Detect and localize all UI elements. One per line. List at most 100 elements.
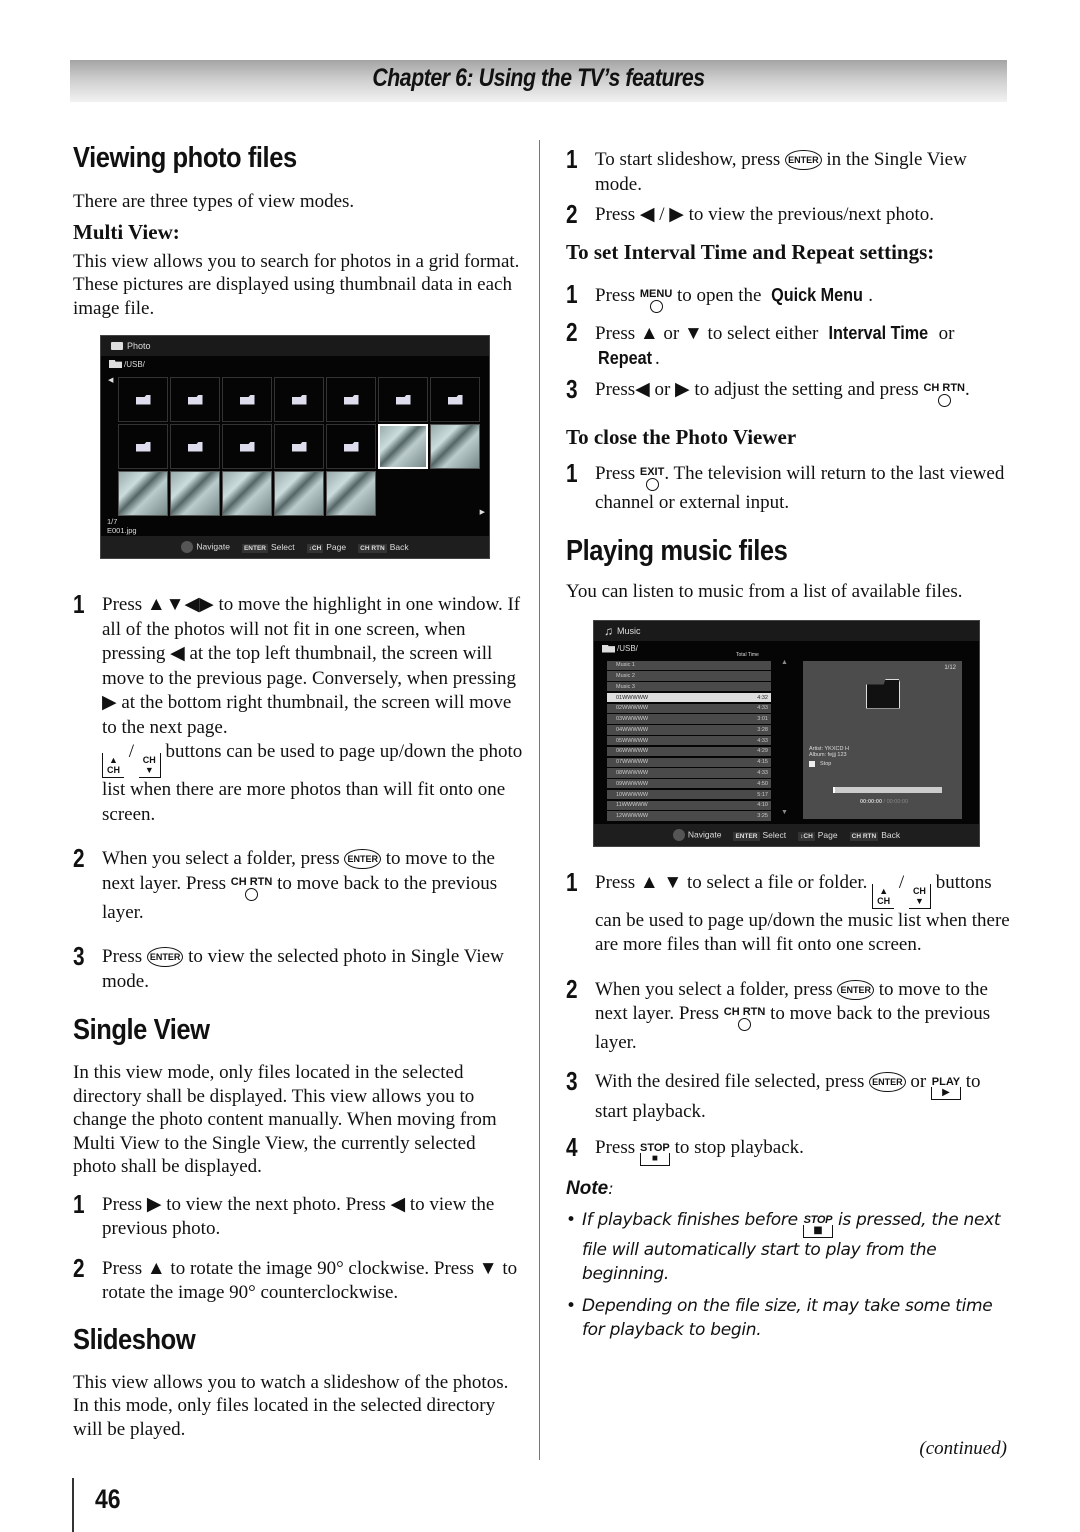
music-row-time: 4:29 bbox=[757, 748, 768, 755]
track-metadata: Artist: YKXCD H Album: fejjj 123 bbox=[809, 746, 849, 759]
right-column: 1 To start slideshow, press ENTER in the… bbox=[566, 140, 1011, 1342]
folder-thumbnail[interactable] bbox=[222, 424, 272, 469]
next-page-arrow-icon[interactable]: ▶ bbox=[480, 508, 485, 516]
music-row[interactable]: 10WWWWW 5:17 bbox=[607, 789, 771, 800]
music-row-time: 4:33 bbox=[757, 737, 768, 744]
photo-screen-footer: Navigate ENTER Select ↕CH Page CH RTN Back bbox=[101, 536, 489, 558]
photo-path: /USB/ bbox=[101, 356, 489, 372]
music-row[interactable]: 03WWWWW 3:01 bbox=[607, 714, 771, 724]
folder-thumbnail[interactable] bbox=[274, 424, 324, 469]
music-screen-header: ♫ Music bbox=[594, 620, 979, 641]
note-heading: Note: bbox=[566, 1178, 614, 1199]
music-row[interactable]: 06WWWWW 4:29 bbox=[607, 746, 771, 757]
stop-button-icon: STOP ■ bbox=[639, 1142, 670, 1166]
footer-navigate: Navigate bbox=[672, 828, 721, 841]
ch-up-button-icon: ▲ CH bbox=[872, 883, 895, 909]
folder-icon bbox=[109, 360, 122, 368]
ch-down-button-icon: CH ▼ bbox=[908, 883, 931, 909]
music-row[interactable]: 09WWWWW 4:50 bbox=[607, 779, 771, 789]
photo-filename: E001.jpg bbox=[107, 526, 137, 535]
playback-progress-bar[interactable] bbox=[833, 786, 942, 793]
thumbnail-grid bbox=[118, 377, 480, 516]
music-row[interactable]: 07WWWWW 4:15 bbox=[607, 757, 771, 767]
photo-thumbnail[interactable] bbox=[430, 424, 480, 469]
music-row[interactable]: 05WWWWW 4:33 bbox=[607, 735, 771, 746]
music-row[interactable]: 08WWWWW 4:33 bbox=[607, 768, 771, 778]
folder-thumbnail[interactable] bbox=[118, 424, 168, 469]
music-path: /USB/ bbox=[594, 641, 979, 657]
status-text: Stop bbox=[820, 760, 832, 767]
scroll-down-arrow-icon[interactable]: ▼ bbox=[781, 809, 788, 816]
scroll-up-arrow-icon[interactable]: ▲ bbox=[781, 659, 788, 666]
music-row-name: 06WWWWW bbox=[616, 748, 649, 755]
interval-step-3: 3 Press◀ or ▶ to adjust the setting and … bbox=[566, 376, 1011, 407]
folder-thumbnail[interactable] bbox=[222, 377, 272, 422]
photo-thumbnail[interactable] bbox=[170, 471, 220, 516]
photo-thumbnail[interactable] bbox=[222, 471, 272, 516]
chapter-title: Chapter 6: Using the TV’s features bbox=[372, 64, 705, 92]
music-note-icon: ♫ bbox=[604, 623, 613, 638]
music-row[interactable]: 04WWWWW 3:28 bbox=[607, 725, 771, 735]
column-divider bbox=[539, 140, 540, 1460]
music-row[interactable]: Music 1 bbox=[607, 660, 771, 670]
music-file-list: Music 1 Music 2 Music 3 01WWWWW 4:32 02WWWWW 4… bbox=[607, 660, 771, 823]
folder-thumbnail[interactable] bbox=[326, 377, 376, 422]
footer-select: ENTER Select bbox=[733, 829, 787, 841]
photo-thumbnail[interactable] bbox=[274, 471, 324, 516]
single-view-step-1: 1 Press ▶ to view the next photo. Press … bbox=[73, 1188, 495, 1239]
slideshow-text: This view allows you to watch a slidesho… bbox=[73, 1371, 509, 1440]
folder-thumbnail[interactable] bbox=[170, 377, 220, 422]
left-column: Viewing photo files There are three type… bbox=[73, 140, 523, 1441]
music-step-1: 1 Press ▲ ▼ to select a file or folder. … bbox=[566, 866, 1010, 955]
folder-thumbnail[interactable] bbox=[326, 424, 376, 469]
intro-text: There are three types of view modes. bbox=[73, 191, 355, 212]
prev-page-arrow-icon[interactable]: ◀ bbox=[108, 376, 113, 384]
photo-thumbnail-selected[interactable] bbox=[378, 424, 428, 469]
folder-thumbnail[interactable] bbox=[274, 377, 324, 422]
music-row-time: 4:15 bbox=[757, 759, 768, 766]
ch-rtn-button-icon: CH RTN bbox=[231, 876, 272, 901]
photo-page-count: 1/7 bbox=[107, 517, 118, 526]
music-row-name: 04WWWWW bbox=[616, 726, 649, 733]
track-count: 1/12 bbox=[944, 664, 956, 671]
slideshow-step-2: 2 Press ◀ / ▶ to view the previous/next … bbox=[566, 199, 934, 229]
music-step-3: 3 With the desired file selected, press … bbox=[566, 1065, 981, 1122]
music-row[interactable]: Music 3 bbox=[607, 682, 771, 692]
music-row-time: 5:17 bbox=[757, 791, 768, 798]
exit-button-icon: EXIT bbox=[640, 466, 664, 491]
music-row[interactable]: 11WWWWW 4:10 bbox=[607, 800, 771, 811]
continued-label: (continued) bbox=[919, 1438, 1007, 1459]
music-row[interactable]: 12WWWWW 3:25 bbox=[607, 811, 771, 821]
music-row-time: 3:28 bbox=[757, 726, 768, 733]
footer-page: ↕CH Page bbox=[798, 829, 838, 841]
music-row-time: 4:33 bbox=[757, 770, 768, 776]
enter-button-icon: ENTER bbox=[785, 150, 822, 170]
menu-button-icon: MENU bbox=[640, 288, 672, 313]
music-row-name: 09WWWWW bbox=[616, 780, 649, 787]
photo-screen-title: Photo bbox=[127, 341, 151, 351]
multi-view-step-2: 2 When you select a folder, press ENTER … bbox=[73, 843, 498, 923]
folder-thumbnail[interactable] bbox=[170, 424, 220, 469]
section-title-slideshow: Slideshow bbox=[73, 1323, 196, 1356]
music-row[interactable]: Music 2 bbox=[607, 671, 771, 681]
photo-thumbnail[interactable] bbox=[326, 471, 376, 516]
music-player-screen: ♫ Music /USB/ Total Time Music 1 Music 2 M… bbox=[593, 619, 980, 847]
folder-thumbnail[interactable] bbox=[378, 377, 428, 422]
single-view-step-2: 2 Press ▲ to rotate the image 90° clockw… bbox=[73, 1252, 518, 1303]
folder-thumbnail[interactable] bbox=[430, 377, 480, 422]
music-row[interactable]: 02WWWWW 4:33 bbox=[607, 703, 771, 714]
music-row-name: 07WWWWW bbox=[616, 759, 649, 766]
music-row-selected[interactable]: 01WWWWW 4:32 bbox=[607, 692, 771, 703]
music-row-name: Music 1 bbox=[616, 662, 635, 669]
multi-view-step-3: 3 Press ENTER to view the selected photo… bbox=[73, 941, 504, 992]
folder-thumbnail[interactable] bbox=[118, 377, 168, 422]
multi-view-title: Multi View: bbox=[73, 219, 180, 244]
ch-up-button-icon: ▲ CH bbox=[102, 753, 124, 778]
music-row-name: 05WWWWW bbox=[616, 737, 649, 744]
enter-button-icon: ENTER bbox=[837, 979, 874, 1000]
photo-thumbnail[interactable] bbox=[118, 471, 168, 516]
music-step-4: 4 Press STOP ■ to stop playback. bbox=[566, 1132, 804, 1166]
photo-count-info: 1/7 E001.jpg bbox=[107, 517, 137, 535]
footer-navigate: Navigate bbox=[181, 541, 230, 553]
album-text: Album: fejjj 123 bbox=[809, 752, 847, 758]
